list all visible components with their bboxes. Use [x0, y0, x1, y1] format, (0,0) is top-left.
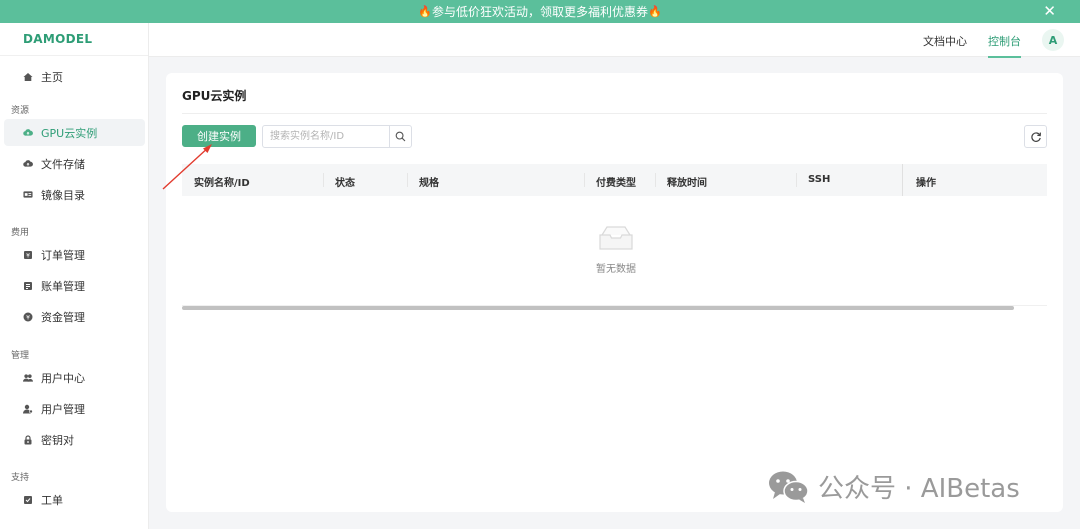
- section-label-support: 支持: [11, 473, 30, 483]
- image-catalog-icon: [23, 190, 33, 200]
- instance-panel: GPU云实例 创建实例 实例名称/ID 状态 规格 付费类型 释放时间 SSH …: [166, 73, 1063, 512]
- home-icon: [23, 72, 33, 82]
- wechat-icon: [769, 471, 809, 503]
- search-input[interactable]: [263, 126, 389, 147]
- column-header-ssh[interactable]: SSH: [808, 174, 830, 185]
- watermark: 公众号 · AIBetas: [768, 468, 1020, 505]
- sidebar-item-user-center[interactable]: 用户中心: [4, 364, 145, 391]
- refresh-button[interactable]: [1024, 125, 1047, 148]
- sidebar-item-gpu-instance[interactable]: GPU云实例: [4, 119, 145, 146]
- fixed-column-divider: [902, 164, 903, 196]
- sidebar-item-keypairs[interactable]: 密钥对: [4, 426, 145, 453]
- close-banner-button[interactable]: ✕: [1043, 3, 1056, 19]
- sidebar-item-label: 密钥对: [41, 433, 74, 447]
- watermark-text: 公众号 · AIBetas: [818, 474, 1020, 504]
- column-header-payment-type[interactable]: 付费类型: [596, 174, 636, 189]
- sidebar-item-user-management[interactable]: 用户管理: [4, 395, 145, 422]
- cloud-icon: [23, 128, 33, 138]
- column-header-status[interactable]: 状态: [335, 174, 355, 189]
- promo-text[interactable]: 参与低价狂欢活动，领取更多福利优惠券: [432, 3, 648, 20]
- sidebar: DAMODEL 主页 资源 GPU云实例 文件存储 镜像目录 费用 ¥ 订单管理: [0, 23, 149, 529]
- nav-docs-center[interactable]: 文档中心: [923, 33, 967, 49]
- svg-text:¥: ¥: [26, 252, 30, 259]
- top-navigation: 文档中心 控制台 A: [149, 23, 1080, 58]
- sidebar-item-label: 用户中心: [41, 371, 85, 385]
- order-icon: ¥: [23, 250, 33, 260]
- fire-icon: 🔥: [418, 5, 432, 18]
- nav-console[interactable]: 控制台: [988, 33, 1021, 58]
- horizontal-scrollbar[interactable]: [182, 306, 1014, 310]
- column-separator: [584, 173, 585, 187]
- users-icon: [23, 373, 33, 383]
- column-separator: [655, 173, 656, 187]
- sidebar-item-label: 工单: [41, 493, 63, 507]
- avatar[interactable]: A: [1042, 29, 1064, 51]
- empty-inbox-icon: [599, 226, 633, 250]
- page-title: GPU云实例: [182, 89, 247, 103]
- column-separator: [796, 173, 797, 187]
- bill-icon: [23, 281, 33, 291]
- title-divider: [182, 113, 1047, 114]
- column-separator: [407, 173, 408, 187]
- promo-banner[interactable]: 🔥 参与低价狂欢活动，领取更多福利优惠券 🔥 ✕: [0, 0, 1080, 23]
- sidebar-item-funds[interactable]: ¥ 资金管理: [4, 303, 145, 330]
- search-button[interactable]: [389, 126, 411, 147]
- sidebar-item-label: GPU云实例: [41, 126, 98, 140]
- sidebar-item-label: 镜像目录: [41, 188, 85, 202]
- sidebar-item-home[interactable]: 主页: [4, 63, 145, 90]
- sidebar-item-bills[interactable]: 账单管理: [4, 272, 145, 299]
- search-box: [262, 125, 412, 148]
- section-label-resources: 资源: [11, 106, 30, 116]
- user-manage-icon: [23, 404, 33, 414]
- sidebar-item-label: 主页: [41, 70, 63, 84]
- lock-icon: [23, 434, 33, 445]
- column-header-release-time[interactable]: 释放时间: [667, 174, 707, 189]
- fire-icon: 🔥: [648, 5, 662, 18]
- sidebar-item-file-storage[interactable]: 文件存储: [4, 150, 145, 177]
- ticket-icon: [23, 495, 33, 505]
- sidebar-item-label: 用户管理: [41, 402, 85, 416]
- column-header-actions[interactable]: 操作: [916, 174, 936, 189]
- logo[interactable]: DAMODEL: [0, 23, 148, 56]
- section-label-billing: 费用: [11, 228, 30, 238]
- annotation-arrow: [162, 144, 212, 190]
- empty-text: 暂无数据: [596, 264, 636, 275]
- empty-state: 暂无数据: [546, 223, 686, 275]
- sidebar-item-tickets[interactable]: 工单: [4, 486, 145, 513]
- column-separator: [323, 173, 324, 187]
- column-header-spec[interactable]: 规格: [419, 174, 439, 189]
- fund-icon: ¥: [23, 312, 33, 322]
- svg-text:¥: ¥: [26, 314, 30, 321]
- search-icon: [395, 131, 406, 142]
- sidebar-item-label: 文件存储: [41, 157, 85, 171]
- sidebar-item-orders[interactable]: ¥ 订单管理: [4, 241, 145, 268]
- sidebar-item-label: 账单管理: [41, 279, 85, 293]
- refresh-icon: [1030, 131, 1041, 142]
- sidebar-item-image-catalog[interactable]: 镜像目录: [4, 181, 145, 208]
- table-header: 实例名称/ID 状态 规格 付费类型 释放时间 SSH 操作: [182, 164, 1047, 196]
- sidebar-item-label: 资金管理: [41, 310, 85, 324]
- sidebar-item-label: 订单管理: [41, 248, 85, 262]
- cloud-storage-icon: [23, 159, 33, 169]
- section-label-management: 管理: [11, 351, 30, 361]
